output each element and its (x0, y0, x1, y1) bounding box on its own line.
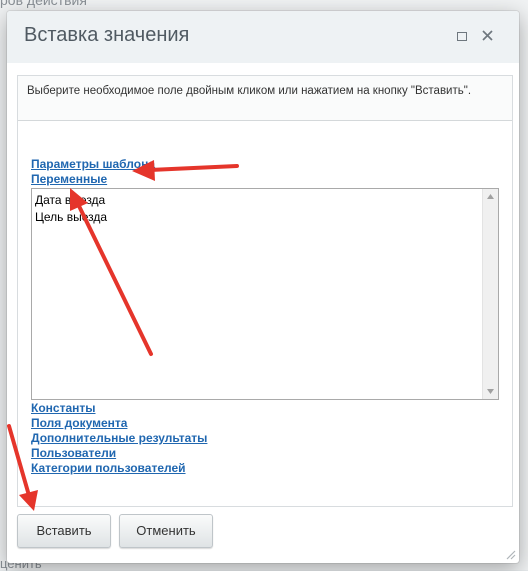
hint-box: Выберите необходимое поле двойным кликом… (18, 76, 512, 121)
variables-listbox[interactable]: Дата выезда Цель выезда (31, 188, 499, 400)
cancel-button[interactable]: Отменить (119, 514, 213, 548)
maximize-icon (457, 32, 467, 41)
group-link-additional-results[interactable]: Дополнительные результаты (31, 431, 207, 445)
close-icon (482, 30, 493, 41)
listbox-scrollbar[interactable] (482, 189, 498, 399)
scroll-up-arrow-icon (487, 194, 494, 199)
list-item[interactable]: Дата выезда (32, 192, 107, 209)
dialog-title: Вставка значения (24, 24, 190, 46)
scroll-up-button[interactable] (483, 189, 498, 204)
group-link-constants[interactable]: Константы (31, 401, 96, 415)
group-link-users[interactable]: Пользователи (31, 446, 116, 460)
maximize-button[interactable] (453, 27, 471, 45)
scroll-down-button[interactable] (483, 384, 498, 399)
dialog-titlebar[interactable]: Вставка значения (7, 11, 519, 63)
insert-button[interactable]: Вставить (17, 514, 111, 548)
close-button[interactable] (479, 27, 497, 45)
resize-grip-icon[interactable] (504, 548, 516, 560)
group-link-template-parameters[interactable]: Параметры шаблона (31, 157, 155, 171)
group-link-variables[interactable]: Переменные (31, 172, 107, 186)
list-item[interactable]: Цель выезда (32, 209, 107, 226)
background-text-top: ров действия (0, 0, 87, 8)
dialog-content: Выберите необходимое поле двойным кликом… (17, 75, 513, 507)
scroll-down-arrow-icon (487, 389, 494, 394)
insert-value-dialog: Вставка значения Выберите необходимое по… (7, 11, 519, 563)
group-link-document-fields[interactable]: Поля документа (31, 416, 127, 430)
group-link-user-categories[interactable]: Категории пользователей (31, 461, 186, 475)
hint-text: Выберите необходимое поле двойным кликом… (27, 85, 472, 97)
